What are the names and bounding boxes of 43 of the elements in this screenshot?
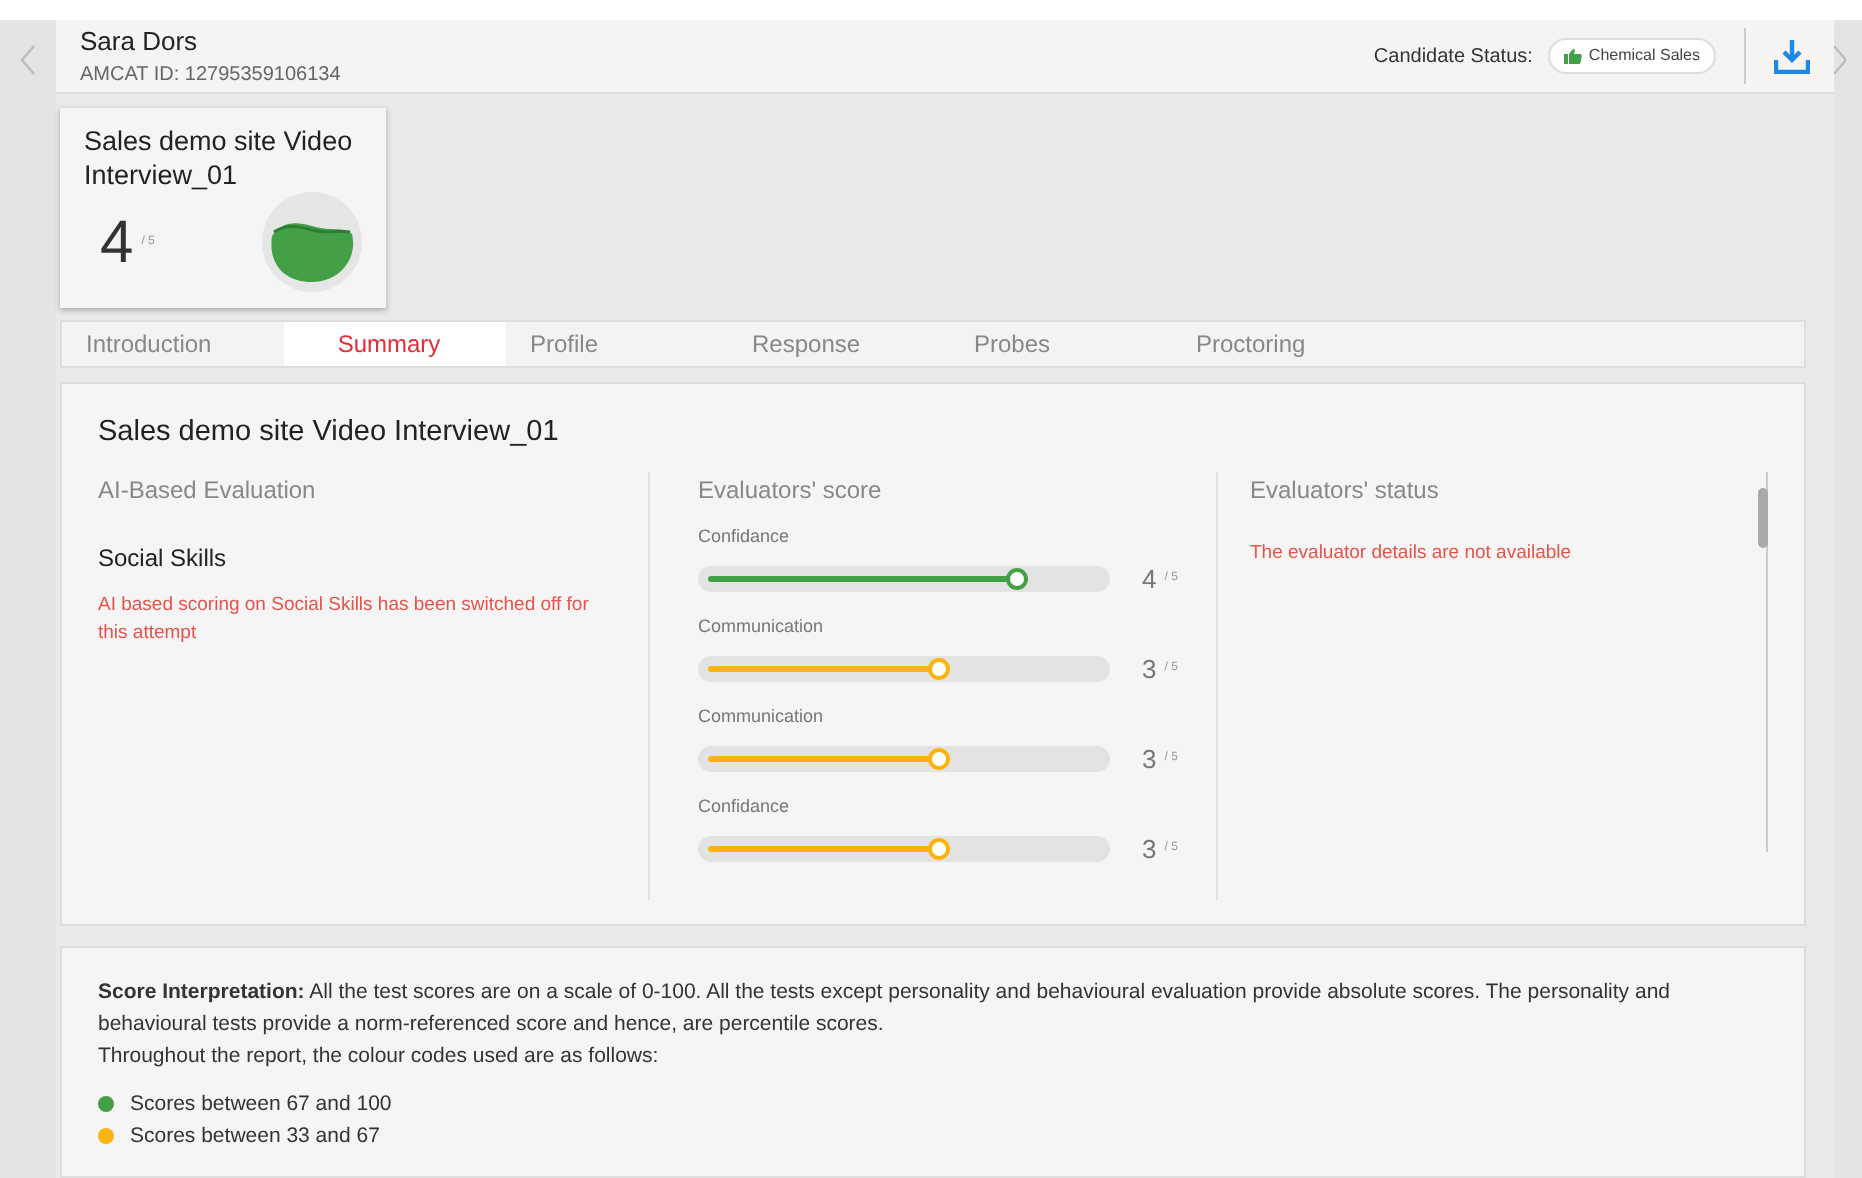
- score-gauge-icon: [262, 192, 362, 293]
- score-card-title: Sales demo site Video Interview_01: [84, 124, 355, 193]
- tab[interactable]: Probes: [950, 322, 1172, 367]
- slider-thumb[interactable]: [928, 747, 950, 770]
- score-label: Confidance: [698, 524, 792, 550]
- download-icon: [1774, 37, 1810, 74]
- column-heading: Evaluators' status: [1250, 474, 1441, 508]
- score-value: 4: [1142, 561, 1157, 597]
- tab[interactable]: Proctoring: [1172, 322, 1394, 367]
- previous-icon[interactable]: [20, 44, 36, 76]
- warning-message: AI based scoring on Social Skills has been switched off for this attempt: [98, 592, 591, 648]
- scrollbar[interactable]: [1758, 472, 1768, 852]
- legend-label: Scores between 33 and 67: [130, 1122, 380, 1152]
- score-value: 3: [1142, 651, 1157, 687]
- column-heading: Evaluators' score: [698, 474, 884, 508]
- colour-codes-intro: Throughout the report, the colour codes used are as follows:: [98, 1042, 661, 1072]
- legend-label: Scores between 67 and 100: [130, 1090, 392, 1120]
- tab[interactable]: Introduction: [62, 322, 284, 367]
- tab[interactable]: Profile: [506, 322, 728, 367]
- skill-name: Social Skills: [98, 542, 229, 576]
- download-button[interactable]: [1744, 28, 1810, 85]
- interpretation-text: Score Interpretation: All the test scores are on a scale of 0-100. All the tests except personality and behavioural evaluation provide absolute scores. The personality and behavioural tests provide a norm-referenced score and hence, are percentile scores.: [98, 978, 1672, 1040]
- amcat-id: AMCAT ID: 12795359106134: [80, 62, 343, 91]
- score-value: 4: [100, 207, 134, 280]
- status-message: The evaluator details are not available: [1250, 540, 1574, 568]
- next-icon[interactable]: [1834, 44, 1846, 76]
- scrollbar-thumb[interactable]: [1758, 488, 1768, 548]
- tab[interactable]: Response: [728, 322, 950, 367]
- thumbs-up-icon: [1564, 48, 1583, 65]
- score-label: Confidance: [698, 794, 792, 820]
- slider-thumb[interactable]: [928, 837, 950, 860]
- score-value: 3: [1142, 831, 1157, 867]
- slider-thumb[interactable]: [928, 657, 950, 680]
- score-value: 3: [1142, 741, 1157, 777]
- section-title: Sales demo site Video Interview_01: [98, 414, 561, 453]
- score-label: Communication: [698, 614, 826, 640]
- score-label: Communication: [698, 704, 826, 730]
- candidate-name: Sara Dors: [80, 23, 200, 60]
- status-label: Candidate Status:: [1373, 43, 1533, 72]
- slider-thumb[interactable]: [1006, 567, 1028, 590]
- status-badge: Chemical Sales: [1548, 38, 1716, 75]
- column-heading: AI-Based Evaluation: [98, 474, 318, 508]
- tab[interactable]: Summary: [284, 322, 506, 367]
